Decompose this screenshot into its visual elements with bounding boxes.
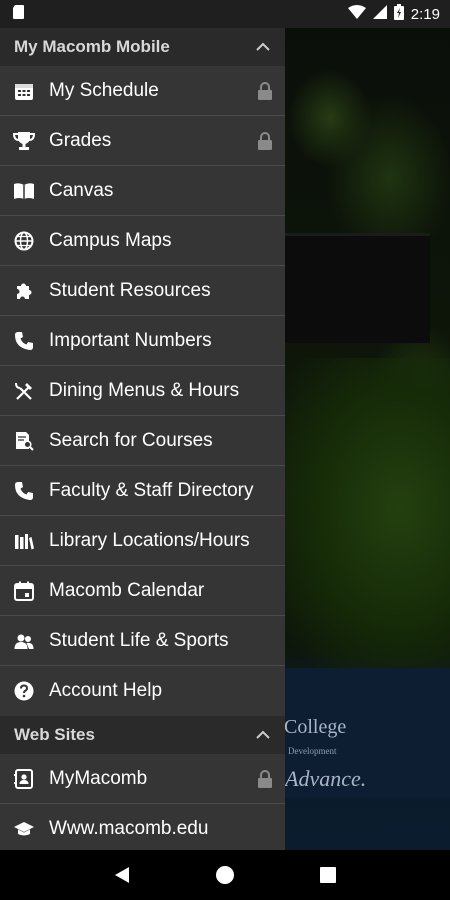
bg-lawn — [280, 358, 450, 688]
menu-item-faculty-staff-directory[interactable]: Faculty & Staff Directory — [0, 466, 285, 516]
menu-item-label: My Schedule — [49, 79, 159, 101]
system-nav-bar — [0, 850, 450, 900]
lock-icon — [257, 769, 273, 789]
calendar-grid-icon — [12, 79, 36, 103]
lock-icon — [257, 131, 273, 151]
calendar-icon — [12, 579, 36, 603]
section-title: Web Sites — [14, 725, 95, 744]
bg-dev-text: Development — [288, 746, 337, 756]
menu-item-label: Search for Courses — [49, 429, 213, 451]
section-header-web-sites[interactable]: Web Sites — [0, 716, 285, 754]
menu-item-my-schedule[interactable]: My Schedule — [0, 66, 285, 116]
bg-advance-text: Advance. — [285, 766, 367, 791]
menu-item-label: Grades — [49, 129, 112, 151]
recents-button[interactable] — [308, 855, 348, 895]
navigation-drawer: My Macomb Mobile My Schedule Grades Canv… — [0, 28, 285, 850]
phone-icon — [12, 329, 36, 353]
wifi-icon — [347, 4, 366, 24]
menu-item-label: Account Help — [49, 680, 163, 701]
menu-item-label: Faculty & Staff Directory — [49, 479, 254, 501]
menu-item-label: Macomb Calendar — [49, 579, 205, 601]
document-search-icon — [12, 429, 36, 453]
menu-item-account-help[interactable]: Account Help — [0, 666, 285, 716]
menu-item-label: Campus Maps — [49, 229, 172, 251]
bg-building — [280, 233, 430, 343]
chevron-up-icon[interactable] — [255, 730, 271, 740]
portal-icon — [12, 767, 36, 791]
lock-icon — [257, 81, 273, 101]
home-button[interactable] — [205, 855, 245, 895]
bg-college-text: College — [284, 716, 347, 738]
menu-item-important-numbers[interactable]: Important Numbers — [0, 316, 285, 366]
people-icon — [12, 629, 36, 653]
status-bar: 2:19 — [0, 0, 450, 28]
help-circle-icon — [12, 679, 36, 703]
section-title: My Macomb Mobile — [14, 37, 170, 56]
menu-item-campus-maps[interactable]: Campus Maps — [0, 216, 285, 266]
menu-item-www-macomb-edu[interactable]: Www.macomb.edu — [0, 804, 285, 850]
menu-item-grades[interactable]: Grades — [0, 116, 285, 166]
puzzle-icon — [12, 279, 36, 303]
menu-item-label: Important Numbers — [49, 329, 212, 351]
menu-item-label: MyMacomb — [49, 767, 148, 789]
menu-item-search-for-courses[interactable]: Search for Courses — [0, 416, 285, 466]
menu-item-label: Canvas — [49, 179, 114, 201]
fork-knife-icon — [12, 379, 36, 403]
menu-item-macomb-calendar[interactable]: Macomb Calendar — [0, 566, 285, 616]
menu-item-student-resources[interactable]: Student Resources — [0, 266, 285, 316]
menu-item-label: Student Life & Sports — [49, 629, 229, 651]
sd-card-icon — [12, 4, 26, 25]
phone-icon — [12, 479, 36, 503]
cell-signal-icon — [372, 4, 387, 24]
menu-item-mymacomb[interactable]: MyMacomb — [0, 754, 285, 804]
chevron-up-icon[interactable] — [255, 42, 271, 52]
menu-item-dining-menus-hours[interactable]: Dining Menus & Hours — [0, 366, 285, 416]
menu-item-label: Library Locations/Hours — [49, 529, 250, 551]
status-time: 2:19 — [410, 5, 440, 23]
menu-item-label: Www.macomb.edu — [49, 818, 209, 839]
book-icon — [12, 179, 36, 203]
library-books-icon — [12, 529, 36, 553]
graduation-cap-icon — [12, 817, 36, 841]
menu-item-label: Dining Menus & Hours — [49, 379, 240, 401]
globe-icon — [12, 229, 36, 253]
section-header-my-macomb-mobile[interactable]: My Macomb Mobile — [0, 28, 285, 66]
trophy-icon — [12, 129, 36, 153]
back-button[interactable] — [102, 855, 142, 895]
battery-icon — [393, 3, 404, 25]
menu-item-label: Student Resources — [49, 279, 211, 301]
menu-item-canvas[interactable]: Canvas — [0, 166, 285, 216]
menu-item-library-locations-hours[interactable]: Library Locations/Hours — [0, 516, 285, 566]
menu-item-student-life-sports[interactable]: Student Life & Sports — [0, 616, 285, 666]
